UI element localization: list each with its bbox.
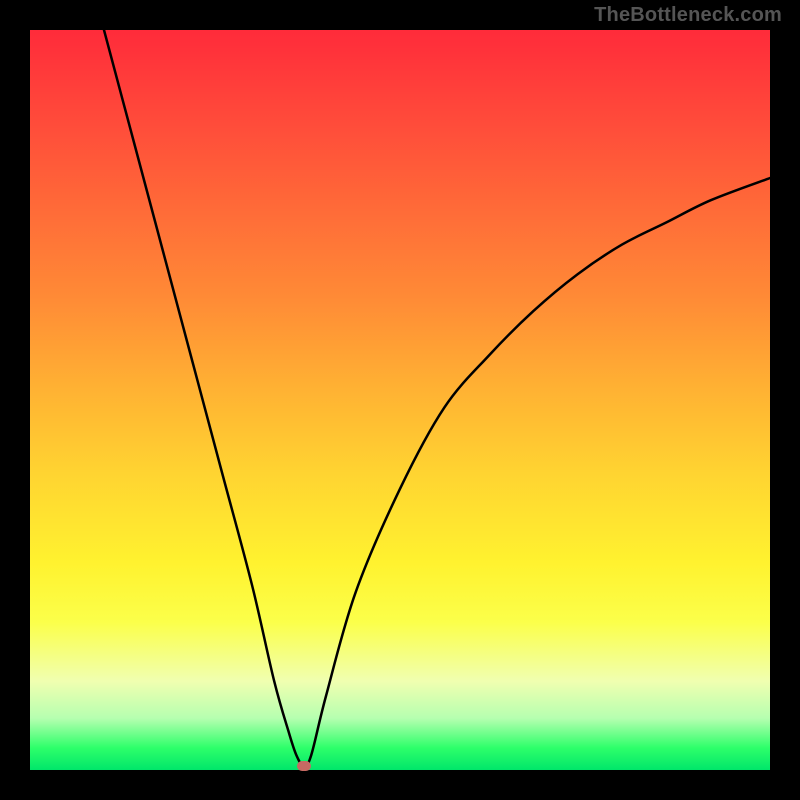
curve-svg bbox=[30, 30, 770, 770]
chart-container: TheBottleneck.com bbox=[0, 0, 800, 800]
bottleneck-curve bbox=[104, 30, 770, 766]
attribution-text: TheBottleneck.com bbox=[594, 4, 782, 27]
plot-area bbox=[30, 30, 770, 770]
optimal-point-marker bbox=[297, 761, 311, 771]
